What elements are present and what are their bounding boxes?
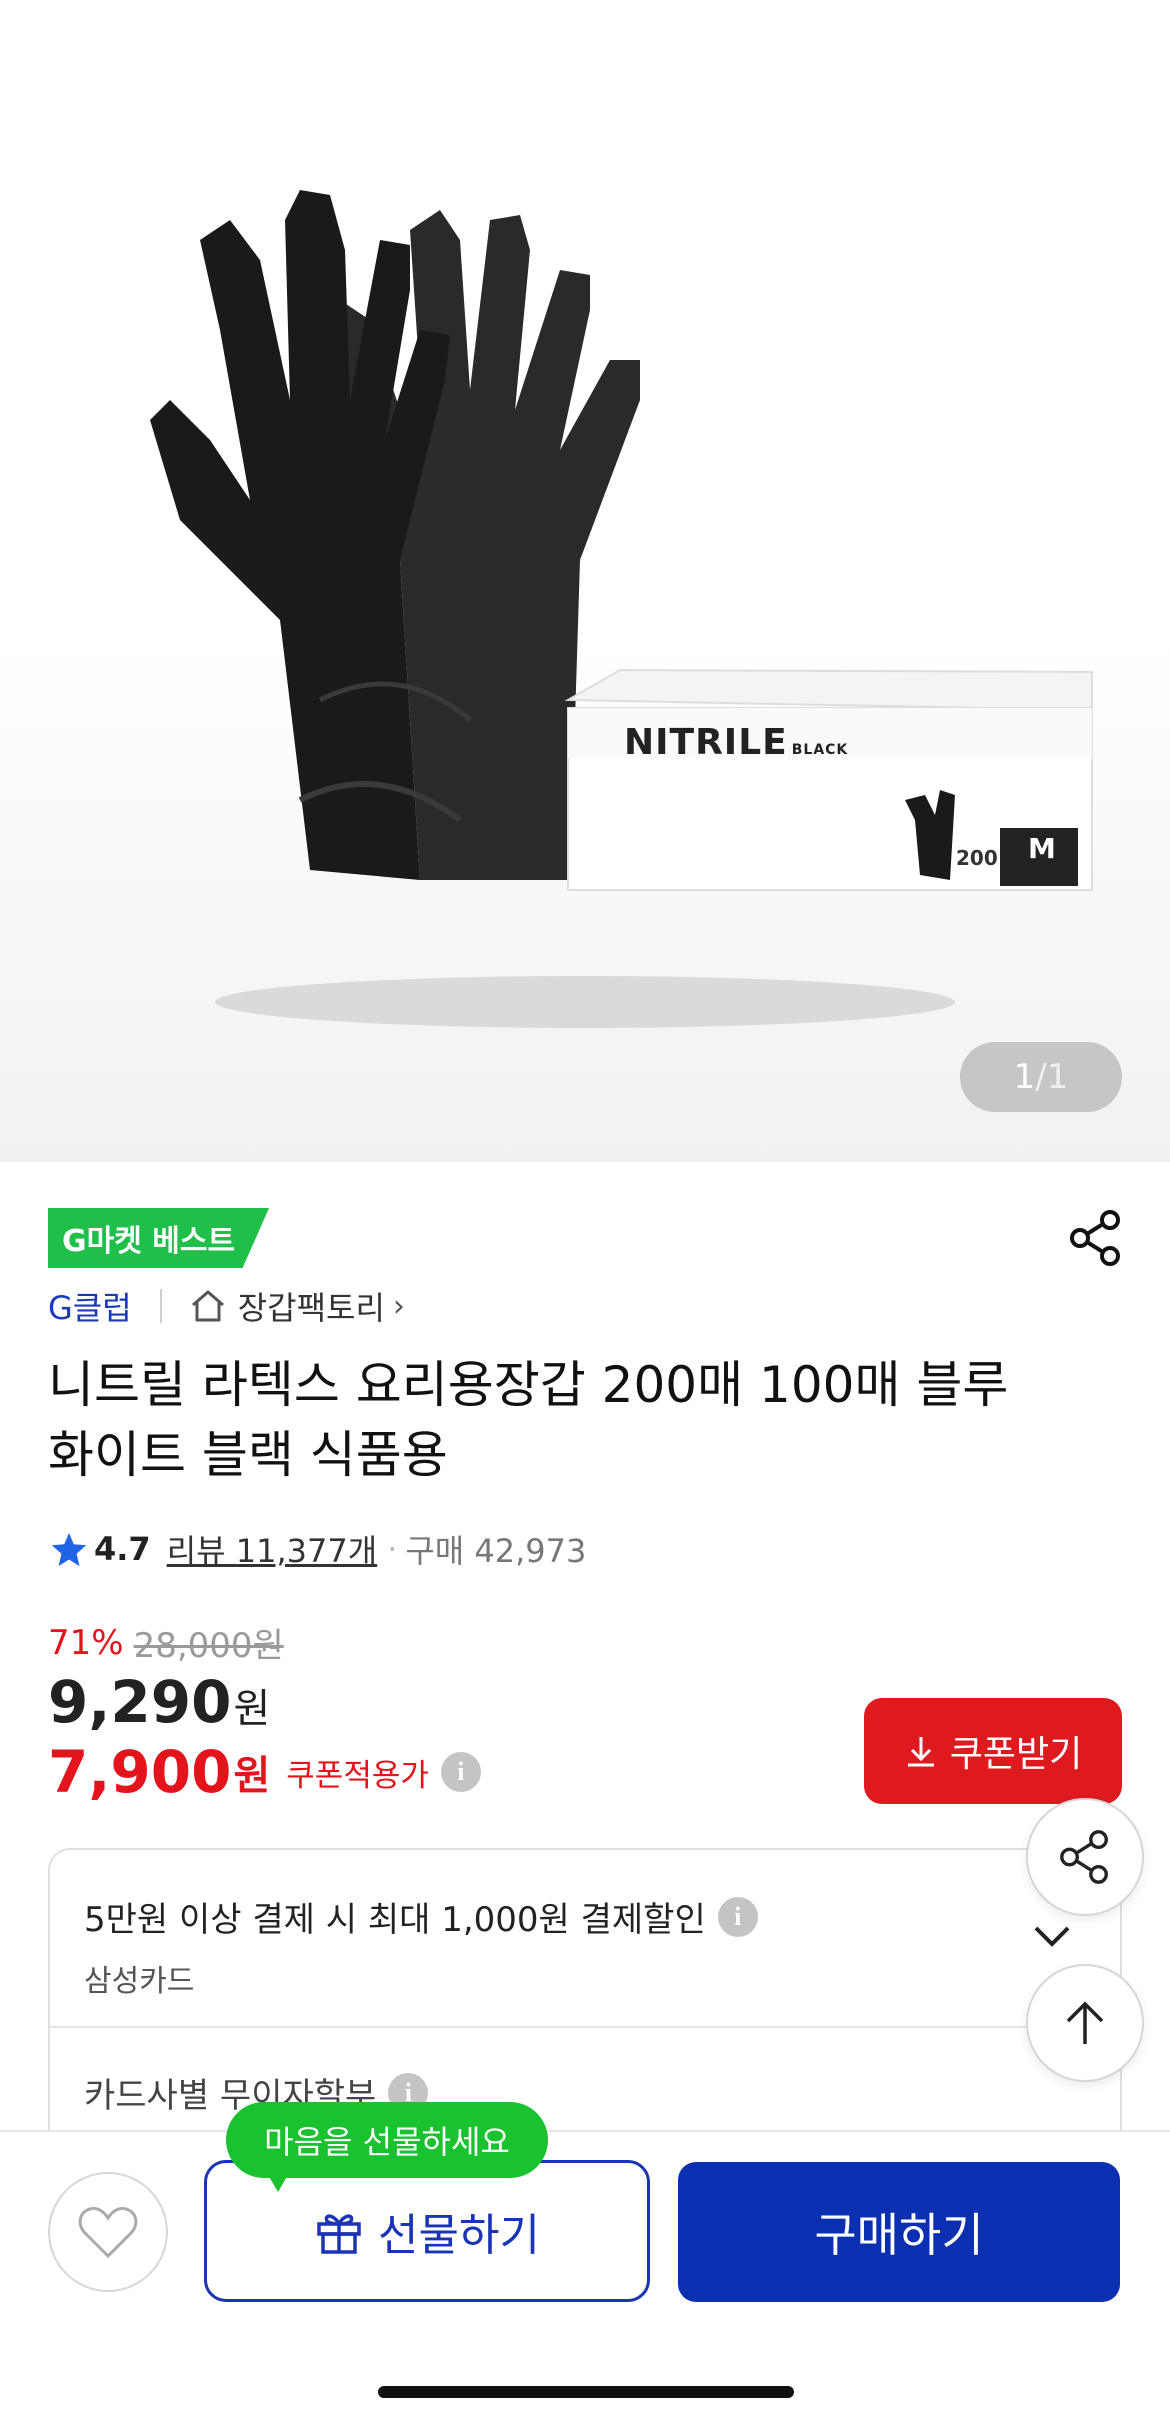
rating-score: 4.7	[94, 1530, 151, 1568]
chevron-down-icon[interactable]	[1028, 1912, 1076, 1960]
bottom-action-bar: 선물하기 구매하기	[0, 2130, 1170, 2426]
sale-price: 9,290	[48, 1668, 232, 1736]
star-icon	[51, 1532, 87, 1567]
discount-rate: 71%	[48, 1622, 124, 1663]
tooltip-tail	[264, 2168, 292, 2192]
share-icon	[1060, 1830, 1108, 1884]
floating-share-button[interactable]	[1026, 1798, 1144, 1916]
home-icon	[191, 1290, 224, 1322]
home-indicator[interactable]	[378, 2386, 794, 2398]
review-count-link[interactable]: 리뷰 11,377개	[167, 1526, 377, 1572]
coupon-price: 7,900	[48, 1738, 232, 1806]
benefit-card-name: 삼성카드	[84, 1964, 195, 1999]
rating-row: 4.7 리뷰 11,377개 · 구매 42,973	[50, 1524, 586, 1574]
discount-row: 71% 28,000원	[48, 1618, 284, 1667]
info-icon[interactable]: i	[440, 1752, 481, 1792]
brand-row: G클럽 장갑팩토리 ›	[48, 1282, 405, 1330]
download-icon	[907, 1737, 934, 1767]
purchase-count: 구매 42,973	[405, 1532, 587, 1570]
share-icon[interactable]	[1066, 1208, 1126, 1268]
benefit-card-discount: 5만원 이상 결제 시 최대 1,000원 결제할인 i	[84, 1892, 758, 1941]
image-page-indicator: 1/1	[960, 1042, 1122, 1112]
divider	[50, 2026, 1120, 2028]
coupon-price-row: 7,900 원 쿠폰적용가 i	[48, 1738, 481, 1806]
box-count-text: 200	[956, 846, 998, 870]
gift-tooltip: 마음을 선물하세요	[226, 2102, 548, 2178]
store-name-link[interactable]: 장갑팩토리	[238, 1283, 385, 1329]
product-image[interactable]: 1/1	[0, 0, 1170, 1162]
gift-button-label: 선물하기	[378, 2210, 540, 2261]
gift-icon	[317, 2214, 361, 2254]
divider	[159, 1289, 162, 1323]
info-icon[interactable]: i	[717, 1896, 758, 1937]
sale-price-unit: 원	[233, 1686, 271, 1732]
buy-button[interactable]: 구매하기	[678, 2162, 1120, 2302]
wishlist-button[interactable]	[48, 2172, 168, 2292]
coupon-download-button[interactable]: 쿠폰받기	[864, 1698, 1122, 1804]
coupon-price-label: 쿠폰적용가	[286, 1757, 429, 1794]
chevron-right-icon: ›	[392, 1288, 405, 1324]
benefit-box[interactable]: 5만원 이상 결제 시 최대 1,000원 결제할인 i 삼성카드 카드사별 무…	[48, 1848, 1122, 2168]
scroll-top-button[interactable]	[1026, 1964, 1144, 2082]
gclub-label[interactable]: G클럽	[48, 1283, 132, 1329]
gmarket-best-badge: G마켓 베스트	[48, 1208, 270, 1268]
heart-icon	[78, 2207, 138, 2259]
box-brand-text: NITRILE BLACK	[624, 722, 849, 763]
dot-separator: ·	[387, 1530, 398, 1568]
gloves-photo	[150, 190, 1093, 1028]
product-title: 니트릴 라텍스 요리용장갑 200매 100매 블루 화이트 블랙 식품용	[48, 1356, 1009, 1484]
original-price: 28,000원	[133, 1626, 284, 1666]
arrow-up-icon	[1066, 2001, 1104, 2044]
box-size-text: M	[1028, 832, 1056, 865]
price-row: 9,290 원	[48, 1668, 270, 1736]
coupon-button-label: 쿠폰받기	[949, 1734, 1083, 1775]
coupon-price-unit: 원	[233, 1753, 271, 1799]
